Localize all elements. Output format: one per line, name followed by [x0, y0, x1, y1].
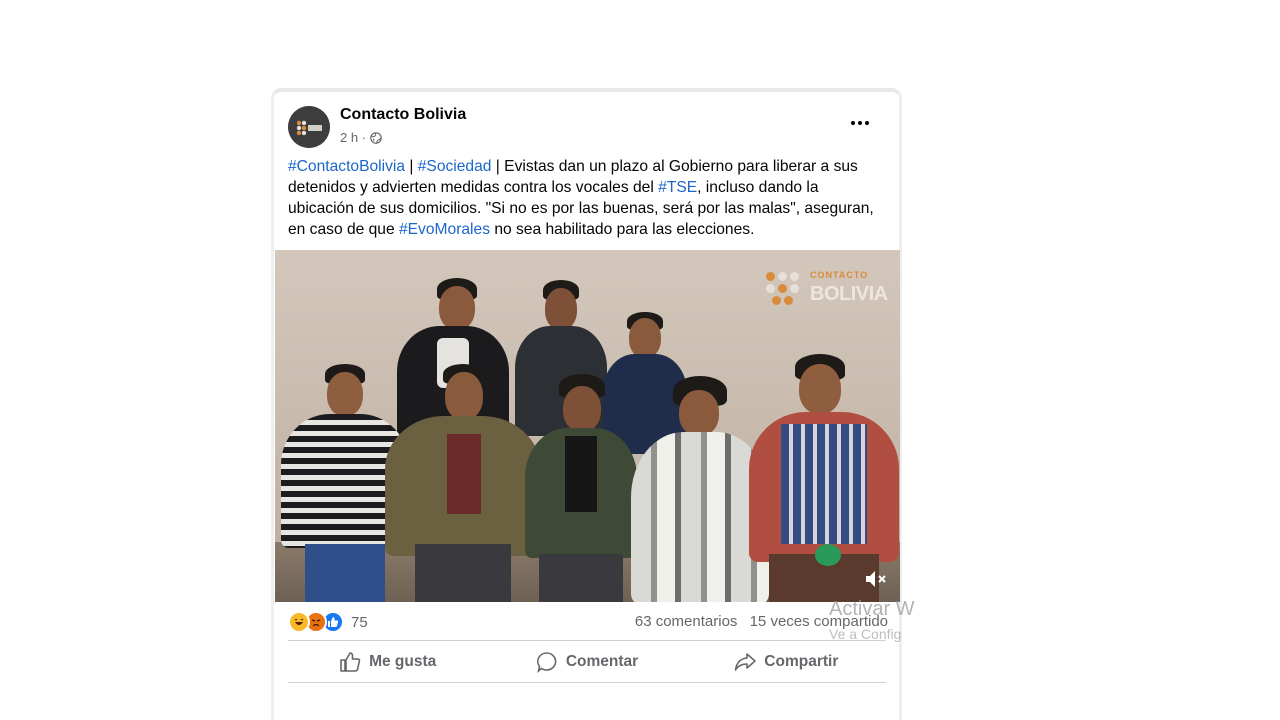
post-text-segment: |	[405, 158, 418, 175]
globe-icon	[370, 131, 382, 144]
dot-icon	[865, 121, 869, 125]
hashtag-link[interactable]: #EvoMorales	[399, 221, 490, 238]
watermark-text: BOLIVIA	[810, 283, 888, 305]
hashtag-link[interactable]: #TSE	[658, 179, 697, 196]
comment-label: Comentar	[565, 653, 639, 670]
share-button[interactable]: Compartir	[687, 644, 886, 680]
windows-activation-title: Activar W	[829, 598, 915, 620]
person	[525, 374, 637, 602]
like-button[interactable]: Me gusta	[288, 644, 487, 680]
video-watermark: CONTACTO BOLIVIA	[764, 266, 888, 310]
share-label: Compartir	[764, 653, 839, 670]
person	[749, 354, 899, 602]
more-options-button[interactable]	[846, 112, 874, 134]
windows-activation-subtitle: Ve a Config	[829, 626, 902, 642]
post-text: #ContactoBolivia | #Sociedad | Evistas d…	[288, 156, 888, 240]
post-text-segment: no sea habilitado para las elecciones.	[490, 221, 755, 238]
hashtag-link[interactable]: #Sociedad	[418, 158, 492, 175]
comment-button[interactable]: Comentar	[487, 644, 686, 680]
page-avatar[interactable]	[288, 106, 330, 148]
reactions-summary[interactable]: 75	[288, 611, 368, 633]
like-label: Me gusta	[369, 653, 437, 670]
post-stats: 75 63 comentarios 15 veces compartido	[288, 604, 888, 638]
post-header: Contacto Bolivia 2 h ·	[288, 106, 888, 150]
page-name[interactable]: Contacto Bolivia	[340, 106, 466, 124]
divider	[288, 640, 886, 641]
dot-icon	[858, 121, 862, 125]
post-meta: 2 h ·	[340, 130, 382, 145]
post-card: Contacto Bolivia 2 h · #ContactoBolivia …	[271, 88, 902, 720]
hashtag-link[interactable]: #ContactoBolivia	[288, 158, 405, 175]
thumbs-up-icon	[340, 652, 361, 672]
dot-icon	[851, 121, 855, 125]
divider	[288, 682, 886, 683]
reaction-count[interactable]: 75	[351, 614, 368, 631]
haha-icon	[288, 611, 310, 633]
watermark-top-text: CONTACTO	[810, 270, 869, 280]
post-video[interactable]: CONTACTO BOLIVIA	[275, 250, 900, 602]
share-arrow-icon	[734, 653, 757, 671]
post-actions: Me gusta Comentar Compartir	[288, 644, 886, 680]
person	[385, 364, 541, 602]
muted-speaker-icon[interactable]	[864, 568, 888, 590]
post-time[interactable]: 2 h ·	[340, 130, 366, 145]
comment-bubble-icon	[536, 652, 557, 673]
comments-count[interactable]: 63 comentarios	[635, 613, 738, 630]
